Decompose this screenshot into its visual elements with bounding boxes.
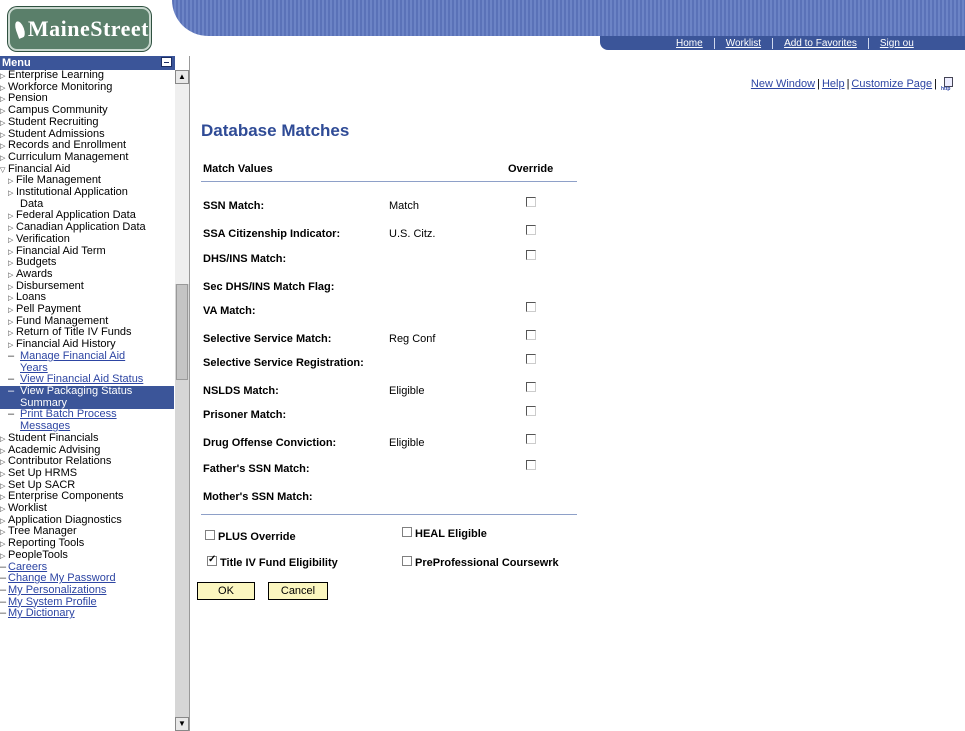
menu-item-label: Financial Aid <box>8 162 71 175</box>
menu-item-label: Pension <box>8 92 48 105</box>
plus-override-label: PLUS Override <box>218 531 296 543</box>
match-row: SSN Match: Match <box>0 197 600 215</box>
header-bar: MaineStreet Home Worklist Add to Favorit… <box>0 0 965 56</box>
scroll-up-icon[interactable]: ▲ <box>175 70 189 84</box>
menu-title: Menu <box>2 57 31 69</box>
match-label: VA Match: <box>203 305 256 317</box>
match-row: DHS/INS Match: <box>0 250 600 268</box>
nav-add-to-favorites-link[interactable]: Add to Favorites <box>772 37 868 49</box>
scroll-down-icon[interactable]: ▼ <box>175 717 189 731</box>
match-values-header: Match Values <box>203 163 273 175</box>
menu-item-label: File Management <box>16 174 101 187</box>
heal-eligible-checkbox[interactable] <box>402 527 412 537</box>
menu-item-label: Change My Password <box>8 572 116 585</box>
menu-item-label: My Dictionary <box>8 607 75 620</box>
banner-stripe <box>172 0 965 36</box>
menu-item-label: PeopleTools <box>8 548 68 561</box>
plus-override-checkbox[interactable] <box>205 530 215 540</box>
match-row: Mother's SSN Match: <box>0 488 600 506</box>
match-label: Sec DHS/INS Match Flag: <box>203 281 335 293</box>
menu-item-label: Reporting Tools <box>8 537 85 550</box>
mainestreet-logo: MaineStreet <box>8 7 151 51</box>
match-label: DHS/INS Match: <box>203 253 287 265</box>
override-checkbox[interactable] <box>526 197 536 207</box>
new-window-link[interactable]: New Window <box>751 78 815 90</box>
match-value: Eligible <box>389 437 425 449</box>
match-value: Reg Conf <box>389 333 436 345</box>
match-label: Selective Service Registration: <box>203 357 364 369</box>
menu-item-label: Enterprise Learning <box>8 69 105 81</box>
http-icon[interactable]: http <box>941 77 953 92</box>
override-header: Override <box>508 163 554 175</box>
menu-item-label: Workforce Monitoring <box>8 80 113 93</box>
override-checkbox[interactable] <box>526 225 536 235</box>
override-checkbox[interactable] <box>526 302 536 312</box>
page-title: Database Matches <box>201 121 350 140</box>
match-row: Selective Service Match: Reg Conf <box>0 330 600 348</box>
match-row: Prisoner Match: <box>0 406 600 424</box>
menu-item-label: Application Diagnostics <box>8 513 122 526</box>
match-label: Mother's SSN Match: <box>203 491 313 503</box>
nav-sign-out-link[interactable]: Sign ou <box>867 37 925 49</box>
minimize-icon[interactable] <box>161 57 172 67</box>
override-checkbox[interactable] <box>526 330 536 340</box>
menu-item-label: My System Profile <box>8 595 97 608</box>
menu-item-label: Student Admissions <box>8 127 105 140</box>
menu-item-my-dictionary[interactable]: My Dictionary <box>0 607 174 620</box>
customize-page-link[interactable]: Customize Page <box>851 78 932 90</box>
help-link[interactable]: Help <box>822 78 845 90</box>
link-separator: | <box>817 77 820 90</box>
header-divider <box>201 181 577 182</box>
menu-item-label: Records and Enrollment <box>8 139 127 152</box>
match-label: NSLDS Match: <box>203 385 279 397</box>
override-checkbox[interactable] <box>526 354 536 364</box>
match-label: Prisoner Match: <box>203 409 287 421</box>
link-separator: | <box>934 77 937 90</box>
heal-eligible-label: HEAL Eligible <box>415 528 487 540</box>
preprofessional-label: PreProfessional Coursewrk <box>415 557 559 569</box>
menu-header: Menu <box>0 56 175 70</box>
title-iv-label: Title IV Fund Eligibility <box>220 557 338 569</box>
logo-text: MaineStreet <box>27 16 149 41</box>
match-row: Selective Service Registration: <box>0 354 600 372</box>
menu-item-label: My Personalizations <box>8 583 107 596</box>
match-row: Father's SSN Match: <box>0 460 600 478</box>
menu-scrollbar[interactable]: ▲ ▼ <box>175 70 189 731</box>
nav-home-link[interactable]: Home <box>600 38 714 49</box>
match-label: Father's SSN Match: <box>203 463 310 475</box>
nav-worklist-link[interactable]: Worklist <box>713 37 772 49</box>
preprofessional-checkbox[interactable] <box>402 556 412 566</box>
leaf-icon <box>13 19 27 39</box>
cancel-button[interactable]: Cancel <box>268 582 328 600</box>
match-row: NSLDS Match: Eligible <box>0 382 600 400</box>
menu-item-label: Curriculum Management <box>8 150 129 163</box>
match-label: SSA Citizenship Indicator: <box>203 228 341 240</box>
match-row: SSA Citizenship Indicator: U.S. Citz. <box>0 225 600 243</box>
match-row: Drug Offense Conviction: Eligible <box>0 434 600 452</box>
match-value: Match <box>389 200 419 212</box>
override-checkbox[interactable] <box>526 434 536 444</box>
match-row: VA Match: <box>0 302 600 320</box>
title-iv-checkbox[interactable] <box>207 554 217 566</box>
menu-item-label: Campus Community <box>8 104 108 117</box>
section-divider <box>201 514 577 515</box>
override-checkbox[interactable] <box>526 250 536 260</box>
match-row: Sec DHS/INS Match Flag: <box>0 278 600 296</box>
override-checkbox[interactable] <box>526 406 536 416</box>
page-links: New Window | Help | Customize Page | http <box>751 77 953 92</box>
top-nav: Home Worklist Add to Favorites Sign ou <box>600 36 965 50</box>
override-checkbox[interactable] <box>526 460 536 470</box>
menu-item-label: Careers <box>8 560 48 573</box>
menu-item-label: Tree Manager <box>8 525 77 538</box>
match-label: SSN Match: <box>203 200 265 212</box>
match-label: Drug Offense Conviction: <box>203 437 337 449</box>
match-value: Eligible <box>389 385 425 397</box>
match-label: Selective Service Match: <box>203 333 332 345</box>
override-checkbox[interactable] <box>526 382 536 392</box>
menu-item-label: Student Recruiting <box>8 115 99 128</box>
ok-button[interactable]: OK <box>197 582 255 600</box>
match-value: U.S. Citz. <box>389 228 436 240</box>
